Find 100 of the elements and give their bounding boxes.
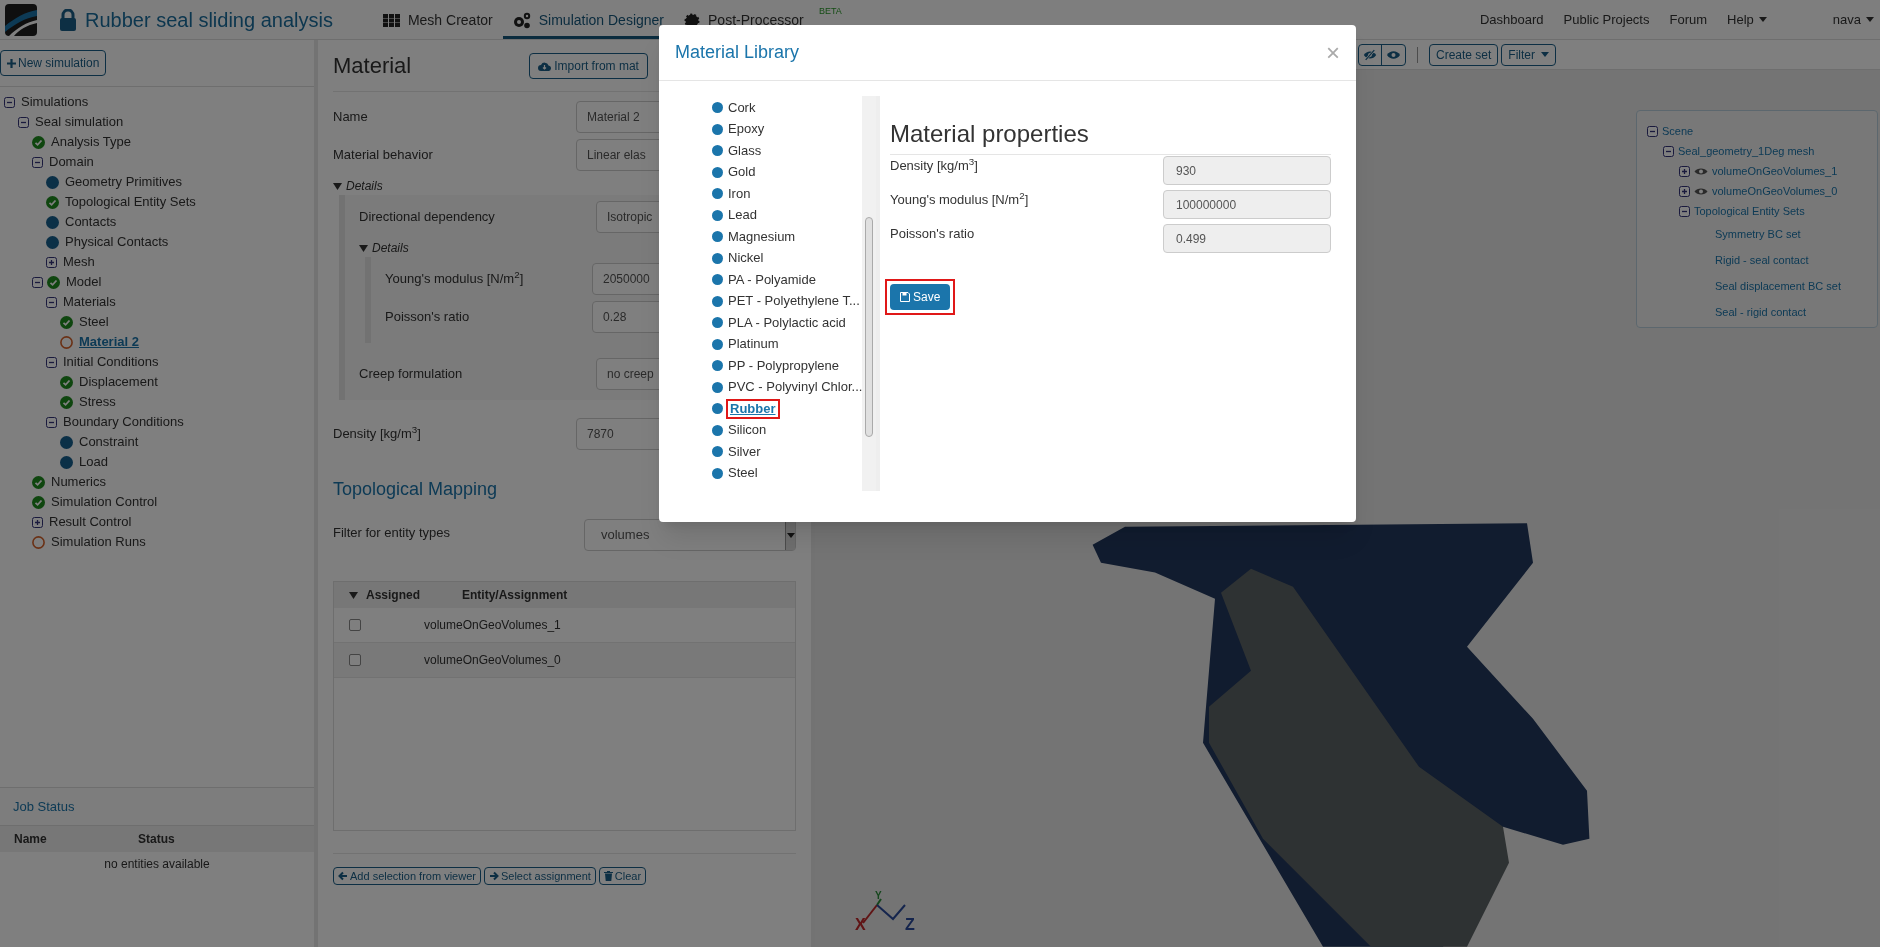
bullet-icon xyxy=(712,295,723,307)
collapse-icon[interactable] xyxy=(46,416,57,428)
tree-item[interactable]: Boundary Conditions xyxy=(63,412,184,432)
scene-tree-item[interactable]: Symmetry BC set xyxy=(1715,225,1801,243)
collapse-icon[interactable] xyxy=(4,96,15,108)
tree-item[interactable]: Steel xyxy=(79,312,109,332)
tree-item[interactable]: Materials xyxy=(63,292,116,312)
scrollbar-thumb[interactable] xyxy=(865,217,873,437)
material-item[interactable]: Cork xyxy=(726,97,758,118)
scene-tree-item[interactable]: Seal displacement BC set xyxy=(1715,277,1841,295)
menu-link[interactable]: Forum xyxy=(1669,9,1708,30)
material-item[interactable]: Iron xyxy=(726,183,753,204)
column-header: Entity/Assignment xyxy=(462,587,568,604)
expanded-triangle-icon[interactable] xyxy=(333,181,342,191)
material-item[interactable]: Steel xyxy=(726,463,760,484)
collapse-icon[interactable] xyxy=(46,356,57,368)
scene-tree-item[interactable]: Seal - rigid contact xyxy=(1715,303,1807,321)
action-button[interactable]: Clear xyxy=(598,867,647,885)
field-label: Material behavior xyxy=(333,146,433,164)
tree-item[interactable]: Load xyxy=(79,452,108,472)
toolbar-button[interactable]: Create set xyxy=(1429,43,1499,66)
tree-item[interactable]: Seal simulation xyxy=(35,112,124,132)
action-button[interactable]: Select assignment xyxy=(483,867,596,885)
save-button[interactable]: Save xyxy=(890,284,951,310)
tree-item[interactable]: Physical Contacts xyxy=(65,232,169,252)
import-button[interactable]: Import from mat xyxy=(529,52,648,79)
tree-item[interactable]: Simulations xyxy=(21,92,89,112)
material-item[interactable]: PP - Polypropylene xyxy=(726,355,842,376)
material-item[interactable]: Glass xyxy=(726,140,764,161)
menu-link[interactable]: Help xyxy=(1727,9,1767,30)
action-button[interactable]: Add selection from viewer xyxy=(333,867,481,885)
tree-item[interactable]: Geometry Primitives xyxy=(65,172,183,192)
toolbar-button[interactable]: Filter xyxy=(1501,43,1557,66)
scene-tree-item[interactable]: volumeOnGeoVolumes_1 xyxy=(1712,162,1838,180)
tree-item[interactable]: Analysis Type xyxy=(51,132,131,152)
tree-item[interactable]: Material 2 xyxy=(79,332,139,352)
material-item[interactable]: PA - Polyamide xyxy=(726,269,818,290)
caret-icon xyxy=(1541,52,1550,57)
material-item[interactable]: Rubber xyxy=(726,398,780,419)
tree-item[interactable]: Topological Entity Sets xyxy=(65,192,196,212)
material-item[interactable]: Nickel xyxy=(726,248,766,269)
nav-tab[interactable]: Mesh Creator xyxy=(372,5,503,39)
property-label: Poisson's ratio xyxy=(890,225,975,243)
material-item[interactable]: Silver xyxy=(726,441,763,462)
tree-item[interactable]: Model xyxy=(66,272,102,292)
tree-item[interactable]: Domain xyxy=(49,152,94,172)
material-item[interactable]: PVC - Polyvinyl Chlor... xyxy=(726,377,862,398)
menu-link[interactable]: nava xyxy=(1832,9,1874,30)
checkbox[interactable] xyxy=(349,619,361,631)
expanded-triangle-icon[interactable] xyxy=(359,243,368,253)
tree-item[interactable]: Result Control xyxy=(49,512,132,532)
tree-item[interactable]: Contacts xyxy=(65,212,117,232)
floppy-icon xyxy=(900,292,910,302)
scene-tree-item[interactable]: Scene xyxy=(1662,122,1694,140)
column-header: Name xyxy=(13,831,48,848)
collapse-icon[interactable] xyxy=(46,296,57,308)
collapse-icon[interactable] xyxy=(1663,145,1674,157)
material-item[interactable]: Gold xyxy=(726,162,758,183)
material-item[interactable]: Magnesium xyxy=(726,226,798,247)
expand-icon[interactable] xyxy=(1679,165,1690,177)
input-field: 100000000 xyxy=(1163,190,1331,219)
material-item[interactable]: Silicon xyxy=(726,420,769,441)
scene-tree-item[interactable]: volumeOnGeoVolumes_0 xyxy=(1712,182,1838,200)
material-item[interactable]: Lead xyxy=(726,205,759,226)
eye-icon[interactable] xyxy=(1694,166,1708,176)
expand-icon[interactable] xyxy=(32,516,43,528)
expand-icon[interactable] xyxy=(46,256,57,268)
tree-item[interactable]: Mesh xyxy=(63,252,95,272)
tree-item[interactable]: Stress xyxy=(79,392,116,412)
tree-item[interactable]: Displacement xyxy=(79,372,158,392)
column-header: Assigned xyxy=(366,587,421,604)
collapse-icon[interactable] xyxy=(32,156,43,168)
new-simulation-button[interactable]: New simulation xyxy=(0,50,107,76)
tree-item[interactable]: Initial Conditions xyxy=(63,352,159,372)
scene-tree-item[interactable]: Seal_geometry_1Deg mesh xyxy=(1678,142,1815,160)
details-toggle[interactable]: Details xyxy=(346,177,383,195)
collapse-icon[interactable] xyxy=(32,276,43,288)
material-item[interactable]: Epoxy xyxy=(726,119,767,140)
scene-tree-item[interactable]: Topological Entity Sets xyxy=(1694,202,1805,220)
tree-item[interactable]: Simulation Runs xyxy=(51,532,146,552)
scene-tree-item[interactable]: Rigid - seal contact xyxy=(1715,251,1809,269)
material-item[interactable]: Platinum xyxy=(726,334,781,355)
close-button[interactable]: × xyxy=(1326,40,1340,65)
collapse-icon[interactable] xyxy=(1679,205,1690,217)
input-field: 930 xyxy=(1163,156,1331,185)
collapse-icon[interactable] xyxy=(18,116,29,128)
app-logo[interactable] xyxy=(5,3,37,36)
tree-item[interactable]: Simulation Control xyxy=(51,492,158,512)
tree-item[interactable]: Numerics xyxy=(51,472,106,492)
material-item[interactable]: PET - Polyethylene T... xyxy=(726,291,862,312)
tree-item[interactable]: Constraint xyxy=(79,432,139,452)
menu-link[interactable]: Public Projects xyxy=(1563,9,1650,30)
material-item[interactable]: PLA - Polylactic acid xyxy=(726,312,848,333)
filter-select[interactable]: volumes xyxy=(584,519,796,551)
details-toggle[interactable]: Details xyxy=(372,239,409,257)
collapse-icon[interactable] xyxy=(1647,125,1658,137)
expand-icon[interactable] xyxy=(1679,185,1690,197)
menu-link[interactable]: Dashboard xyxy=(1479,9,1544,30)
eye-icon[interactable] xyxy=(1694,186,1708,196)
checkbox[interactable] xyxy=(349,654,361,666)
